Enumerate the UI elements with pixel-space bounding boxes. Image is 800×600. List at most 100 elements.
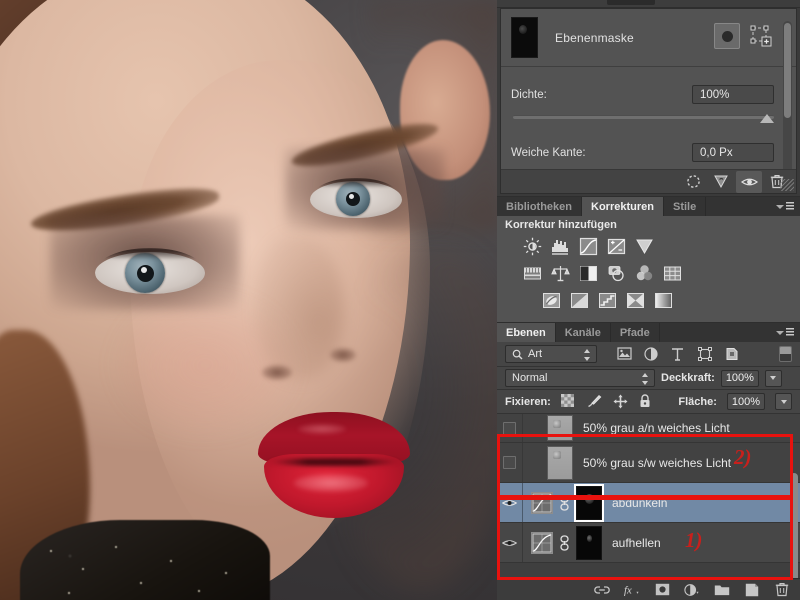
pixel-filter-icon[interactable] — [617, 346, 632, 362]
fill-value[interactable]: 100% — [726, 393, 765, 410]
smart-object-filter-icon[interactable] — [725, 347, 740, 362]
table-row[interactable]: 50% grau a/n weiches Licht — [497, 414, 800, 443]
layers-tabbar: Ebenen Kanäle Pfade — [497, 323, 800, 342]
fill-dropdown-button[interactable] — [775, 393, 792, 410]
hue-saturation-icon[interactable] — [523, 264, 542, 283]
density-value[interactable]: 100% — [692, 85, 774, 104]
lock-transparency-icon[interactable] — [560, 394, 576, 409]
lock-position-icon[interactable] — [613, 394, 628, 409]
table-row[interactable]: abdunkeln — [497, 483, 800, 523]
layer-name[interactable]: abdunkeln — [612, 496, 667, 510]
channel-mixer-icon[interactable] — [635, 264, 654, 283]
adjustment-layer-thumbnail[interactable] — [531, 531, 553, 554]
layer-visibility-cell[interactable] — [497, 483, 523, 522]
layer-thumbnail[interactable] — [547, 415, 573, 441]
toggle-mask-visibility-icon[interactable] — [736, 170, 762, 193]
mask-thumbnail[interactable] — [511, 17, 538, 58]
shape-filter-icon[interactable] — [698, 346, 713, 362]
lock-row: Fixieren: Fläche: 100% — [497, 390, 800, 414]
black-white-icon[interactable] — [579, 264, 598, 283]
masks-panel-footer — [501, 169, 796, 193]
density-label: Dichte: — [511, 89, 547, 101]
document-canvas-photo[interactable] — [0, 0, 497, 600]
density-slider-knob[interactable] — [760, 114, 774, 123]
layer-list: 50% grau a/n weiches Licht 50% grau s/w … — [497, 414, 800, 563]
layer-visibility-cell[interactable] — [497, 443, 523, 482]
load-selection-icon[interactable] — [680, 171, 706, 193]
vibrance-icon[interactable] — [635, 237, 654, 256]
layer-visibility-cell[interactable] — [497, 523, 523, 562]
link-layers-icon[interactable] — [594, 582, 610, 598]
layer-visibility-eye-icon[interactable] — [502, 498, 517, 508]
blend-mode-select[interactable]: Normal — [505, 369, 655, 387]
density-slider-track[interactable] — [513, 115, 774, 119]
apply-mask-icon[interactable] — [708, 171, 734, 193]
tab-korrekturen[interactable]: Korrekturen — [582, 197, 664, 216]
layer-mask-thumbnail[interactable] — [574, 483, 604, 522]
chevron-updown-icon[interactable] — [584, 349, 591, 361]
photo-filter-icon[interactable] — [607, 264, 626, 283]
opacity-dropdown-button[interactable] — [764, 369, 782, 387]
curves-icon[interactable] — [579, 237, 598, 256]
vector-mask-button[interactable] — [748, 23, 774, 49]
feather-label: Weiche Kante: — [511, 147, 586, 159]
masks-panel-title: Ebenenmaske — [555, 30, 634, 45]
add-layer-mask-icon[interactable] — [654, 582, 670, 598]
levels-icon[interactable] — [551, 237, 570, 256]
tab-ebenen[interactable]: Ebenen — [497, 323, 556, 342]
layer-visibility-checkbox-off[interactable] — [503, 421, 516, 435]
delete-layer-icon[interactable] — [774, 582, 790, 598]
filter-type-label: Art — [528, 348, 543, 360]
feather-value[interactable]: 0,0 Px — [692, 143, 774, 162]
opacity-value[interactable]: 100% — [720, 369, 759, 387]
tab-pfade[interactable]: Pfade — [611, 323, 660, 342]
layer-visibility-eye-icon[interactable] — [502, 538, 517, 548]
layer-name[interactable]: 50% grau s/w weiches Licht — [583, 456, 731, 470]
layer-style-fx-icon[interactable]: fx — [624, 582, 640, 598]
layer-visibility-checkbox-off[interactable] — [503, 456, 516, 469]
brightness-contrast-icon[interactable] — [523, 237, 542, 256]
right-panel-column: Ebenenmaske Dichte: 100% Weiche Kante: 0… — [497, 0, 800, 600]
threshold-icon[interactable] — [598, 291, 617, 310]
lock-image-icon[interactable] — [587, 394, 602, 409]
new-adjustment-layer-icon[interactable] — [684, 582, 700, 598]
adjustment-filter-icon[interactable] — [644, 346, 659, 362]
new-layer-icon[interactable] — [744, 582, 760, 598]
sequin-dress — [20, 520, 270, 600]
layer-name[interactable]: aufhellen — [612, 536, 661, 550]
type-filter-icon[interactable] — [671, 347, 686, 362]
new-group-icon[interactable] — [714, 582, 730, 598]
layers-scrollbar[interactable] — [790, 473, 798, 591]
adjustments-panel-menu-icon[interactable] — [776, 201, 794, 212]
adjustment-layer-thumbnail[interactable] — [531, 491, 553, 514]
color-lookup-icon[interactable] — [663, 264, 682, 283]
layers-panel-footer: fx — [497, 578, 800, 600]
selective-color-icon[interactable] — [626, 291, 645, 310]
link-mask-icon[interactable] — [559, 494, 570, 511]
lock-all-icon[interactable] — [639, 394, 654, 409]
annotation-label-2: 2) — [734, 445, 752, 469]
layer-mask-thumbnail[interactable] — [576, 525, 602, 560]
gradient-map-icon[interactable] — [654, 291, 673, 310]
tab-bibliotheken[interactable]: Bibliotheken — [497, 197, 583, 216]
resize-grip[interactable] — [780, 179, 794, 191]
invert-icon[interactable] — [542, 291, 561, 310]
chevron-updown-icon[interactable] — [642, 373, 649, 385]
pixel-mask-button[interactable] — [714, 23, 740, 49]
filter-enable-toggle[interactable] — [779, 346, 792, 362]
masks-panel-scrollbar[interactable] — [783, 21, 792, 181]
link-mask-icon[interactable] — [559, 534, 570, 551]
layer-name[interactable]: 50% grau a/n weiches Licht — [583, 421, 730, 435]
posterize-icon[interactable] — [570, 291, 589, 310]
tab-stile[interactable]: Stile — [664, 197, 707, 216]
tab-kanaele[interactable]: Kanäle — [556, 323, 611, 342]
table-row[interactable]: 50% grau s/w weiches Licht — [497, 443, 800, 483]
layer-thumbnail[interactable] — [547, 445, 573, 480]
layer-visibility-cell[interactable] — [497, 414, 523, 442]
layers-panel-menu-icon[interactable] — [776, 327, 794, 338]
color-balance-icon[interactable] — [551, 264, 570, 283]
exposure-icon[interactable] — [607, 237, 626, 256]
filter-type-select[interactable]: Art — [505, 345, 597, 363]
collapsed-tab-stub[interactable] — [607, 0, 655, 5]
table-row[interactable]: aufhellen — [497, 523, 800, 563]
